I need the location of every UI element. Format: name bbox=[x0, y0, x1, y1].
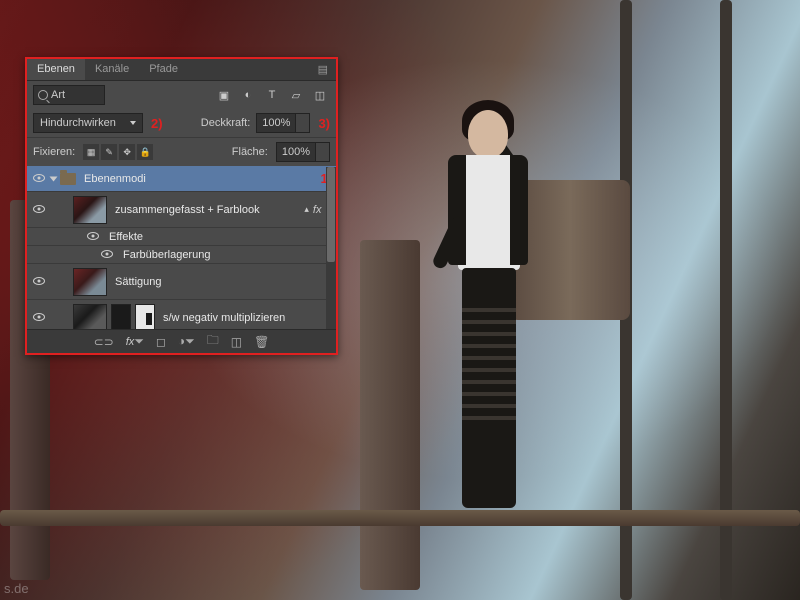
tab-paths[interactable]: Pfade bbox=[139, 59, 188, 80]
fill-input[interactable]: 100% bbox=[276, 142, 330, 162]
tab-layers[interactable]: Ebenen bbox=[27, 59, 85, 80]
lock-transparency-icon[interactable]: ▦ bbox=[83, 144, 99, 160]
adjustment-layer-icon[interactable]: ◑⏷ bbox=[178, 334, 195, 349]
annotation-3: 3) bbox=[318, 116, 330, 131]
blend-mode-value: Hindurchwirken bbox=[40, 117, 116, 129]
search-icon bbox=[38, 90, 48, 100]
layer-filter-type[interactable]: Art bbox=[33, 85, 105, 105]
effects-label: Effekte bbox=[105, 231, 332, 243]
chevron-down-icon[interactable] bbox=[315, 143, 329, 161]
tab-channels[interactable]: Kanäle bbox=[85, 59, 139, 80]
layer-group-row[interactable]: Ebenenmodi 1) bbox=[27, 166, 336, 192]
annotation-2: 2) bbox=[151, 116, 163, 131]
layer-name[interactable]: zusammengefasst + Farblook bbox=[111, 204, 300, 216]
layer-thumbnail[interactable] bbox=[73, 268, 107, 296]
opacity-input[interactable]: 100% bbox=[256, 113, 310, 133]
opacity-label: Deckkraft: bbox=[201, 117, 251, 129]
fx-badge[interactable]: fx bbox=[313, 204, 322, 216]
delete-layer-icon[interactable]: 🗑 bbox=[254, 335, 269, 349]
lock-position-icon[interactable]: ✥ bbox=[119, 144, 135, 160]
lock-label: Fixieren: bbox=[33, 146, 75, 158]
photo-subject bbox=[420, 100, 560, 520]
effect-row[interactable]: Farbüberlagerung bbox=[27, 246, 336, 264]
filter-label: Art bbox=[51, 89, 65, 101]
filter-pixel-icon[interactable]: ▣ bbox=[214, 85, 234, 105]
layer-name[interactable]: s/w negativ multiplizieren bbox=[159, 312, 332, 324]
chevron-down-icon[interactable] bbox=[295, 114, 309, 132]
layer-style-icon[interactable]: fx⏷ bbox=[126, 334, 144, 349]
layers-panel: Ebenen Kanäle Pfade ▤ Art ▣ ◐ T ▱ ◫ Hind… bbox=[25, 57, 338, 355]
visibility-toggle[interactable] bbox=[31, 173, 47, 185]
lock-all-icon[interactable]: 🔒 bbox=[137, 144, 153, 160]
layer-row[interactable]: Sättigung bbox=[27, 264, 336, 300]
layer-thumbnail[interactable] bbox=[111, 304, 131, 332]
folder-icon bbox=[60, 173, 76, 185]
expand-toggle[interactable] bbox=[50, 176, 58, 181]
bg-rail bbox=[0, 510, 800, 526]
layer-mask-thumbnail[interactable] bbox=[135, 304, 155, 332]
layer-list: Ebenenmodi 1) zusammengefasst + Farblook… bbox=[27, 166, 336, 346]
chevron-down-icon bbox=[130, 121, 136, 125]
watermark: s.de bbox=[4, 581, 29, 596]
layer-row[interactable]: zusammengefasst + Farblook ▴ fx ▾ bbox=[27, 192, 336, 228]
filter-shape-icon[interactable]: ▱ bbox=[286, 85, 306, 105]
layer-thumbnail[interactable] bbox=[73, 196, 107, 224]
bg-pipe bbox=[360, 240, 420, 590]
filter-adjust-icon[interactable]: ◐ bbox=[238, 85, 258, 105]
link-layers-icon[interactable]: ⊂⊃ bbox=[94, 335, 114, 349]
visibility-toggle[interactable] bbox=[99, 249, 115, 261]
new-layer-icon[interactable]: ◫ bbox=[231, 335, 242, 349]
fx-up-icon[interactable]: ▴ bbox=[304, 204, 309, 215]
scrollbar-thumb[interactable] bbox=[327, 167, 335, 262]
visibility-toggle[interactable] bbox=[85, 231, 101, 243]
visibility-toggle[interactable] bbox=[31, 276, 47, 288]
filter-type-icon[interactable]: T bbox=[262, 85, 282, 105]
effect-name: Farbüberlagerung bbox=[119, 249, 332, 261]
filter-smart-icon[interactable]: ◫ bbox=[310, 85, 330, 105]
layer-mask-icon[interactable]: ◻ bbox=[156, 335, 166, 349]
new-group-icon[interactable]: 🗀 bbox=[207, 331, 219, 352]
visibility-toggle[interactable] bbox=[31, 204, 47, 216]
layer-thumbnail[interactable] bbox=[73, 304, 107, 332]
fill-label: Fläche: bbox=[232, 146, 268, 158]
blend-mode-select[interactable]: Hindurchwirken bbox=[33, 113, 143, 133]
panel-menu-icon[interactable]: ▤ bbox=[310, 59, 336, 80]
fill-value: 100% bbox=[277, 146, 315, 158]
layers-toolbar: ⊂⊃ fx⏷ ◻ ◑⏷ 🗀 ◫ 🗑 bbox=[27, 329, 336, 353]
layer-name[interactable]: Sättigung bbox=[111, 276, 332, 288]
layer-name[interactable]: Ebenenmodi bbox=[80, 173, 312, 185]
visibility-toggle[interactable] bbox=[31, 312, 47, 324]
panel-tabs: Ebenen Kanäle Pfade ▤ bbox=[27, 59, 336, 81]
lock-pixels-icon[interactable]: ✎ bbox=[101, 144, 117, 160]
opacity-value: 100% bbox=[257, 117, 295, 129]
effects-row[interactable]: Effekte bbox=[27, 228, 336, 246]
